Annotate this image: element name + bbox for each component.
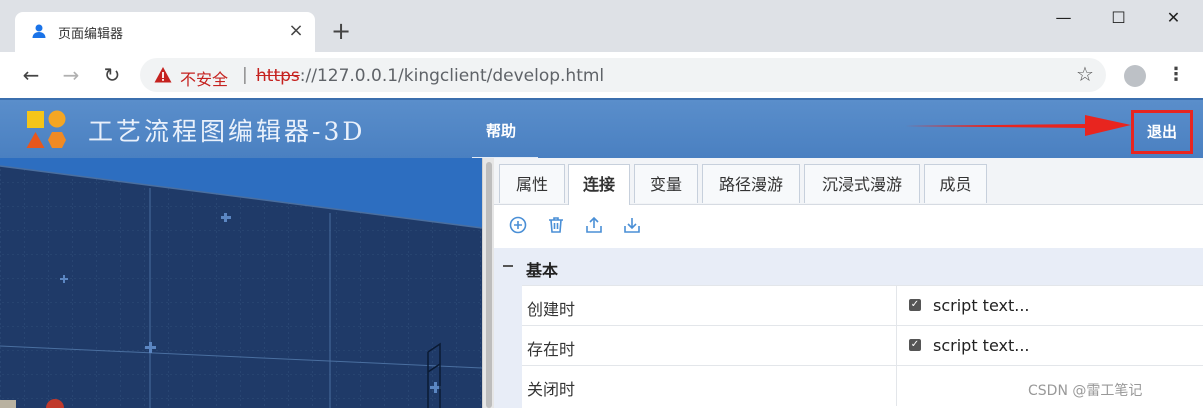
event-row-create[interactable]: 创建时 ✓ script text... [522,285,1203,326]
panel-tabs: 属性 连接 变量 路径漫游 沉浸式漫游 成员 [494,158,1203,205]
row-label: 存在时 [527,340,576,359]
app-title: 工艺流程图编辑器-3D [88,117,366,146]
maximize-button[interactable]: ☐ [1091,0,1146,36]
tab-members[interactable]: 成员 [924,164,987,203]
person-icon [32,24,46,38]
row-value-cell[interactable]: ✓ script text... [896,326,1203,366]
row-value: script text... [933,336,1030,355]
new-tab-button[interactable]: + [328,18,354,44]
browser-toolbar: ← → ↻ 不安全 | https://127.0.0.1/kingclient… [0,52,1203,98]
tab-properties[interactable]: 属性 [499,164,565,203]
watermark: CSDN @雷工笔记 [1028,383,1143,399]
more-menu-icon[interactable]: ⋮ [1166,61,1186,89]
url-scheme: https [256,66,300,86]
trash-icon[interactable] [546,215,566,235]
close-tab-icon[interactable]: × [285,20,307,42]
address-bar[interactable]: 不安全 | https://127.0.0.1/kingclient/devel… [140,58,1106,92]
separator: | [242,65,248,85]
checkbox-checked[interactable]: ✓ [909,339,921,351]
security-label[interactable]: 不安全 [180,66,228,90]
help-menu[interactable]: 帮助 [486,120,516,141]
browser-tab-strip: 页面编辑器 × + — ☐ ✕ [0,0,1203,52]
add-circle-icon[interactable] [508,215,528,235]
section-basic[interactable]: 基本 [494,248,1203,285]
tab-immersive-roaming[interactable]: 沉浸式漫游 [804,164,920,203]
close-window-button[interactable]: ✕ [1146,0,1201,36]
browser-tab[interactable]: 页面编辑器 × [15,12,315,52]
section-title: 基本 [526,261,559,280]
tab-path-roaming[interactable]: 路径漫游 [702,164,800,203]
app-logo [26,110,66,148]
collapse-icon[interactable] [503,265,513,267]
back-button[interactable]: ← [16,60,46,90]
checkbox-checked[interactable]: ✓ [909,299,921,311]
splitter-handle[interactable] [486,162,492,408]
tab-title: 页面编辑器 [58,27,124,42]
properties-panel: 属性 连接 变量 路径漫游 沉浸式漫游 成员 基本 创建时 ✓ script t… [494,158,1203,408]
row-label: 关闭时 [527,380,576,399]
download-icon[interactable] [622,215,642,235]
grid-plane [0,165,482,408]
upload-icon[interactable] [584,215,604,235]
warning-icon [154,67,172,83]
tab-connection[interactable]: 连接 [568,164,630,205]
forward-button[interactable]: → [56,60,86,90]
url-path: ://127.0.0.1/kingclient/develop.html [299,66,605,86]
reload-button[interactable]: ↻ [97,60,127,90]
event-row-exist[interactable]: 存在时 ✓ script text... [522,325,1203,366]
row-value-cell[interactable]: ✓ script text... [896,286,1203,326]
row-gutter [494,285,522,408]
url-text[interactable]: https://127.0.0.1/kingclient/develop.htm… [256,66,604,86]
logout-button[interactable]: 退出 [1131,110,1193,154]
3d-viewport[interactable] [0,158,482,408]
row-value: script text... [933,296,1030,315]
bookmark-star-icon[interactable]: ☆ [1076,62,1094,86]
minimize-button[interactable]: — [1036,0,1091,36]
annotation-arrow-icon [905,115,1131,136]
panel-toolbar [494,205,1203,245]
tab-variables[interactable]: 变量 [634,164,698,203]
row-label: 创建时 [527,300,576,319]
profile-avatar[interactable] [1124,65,1146,87]
